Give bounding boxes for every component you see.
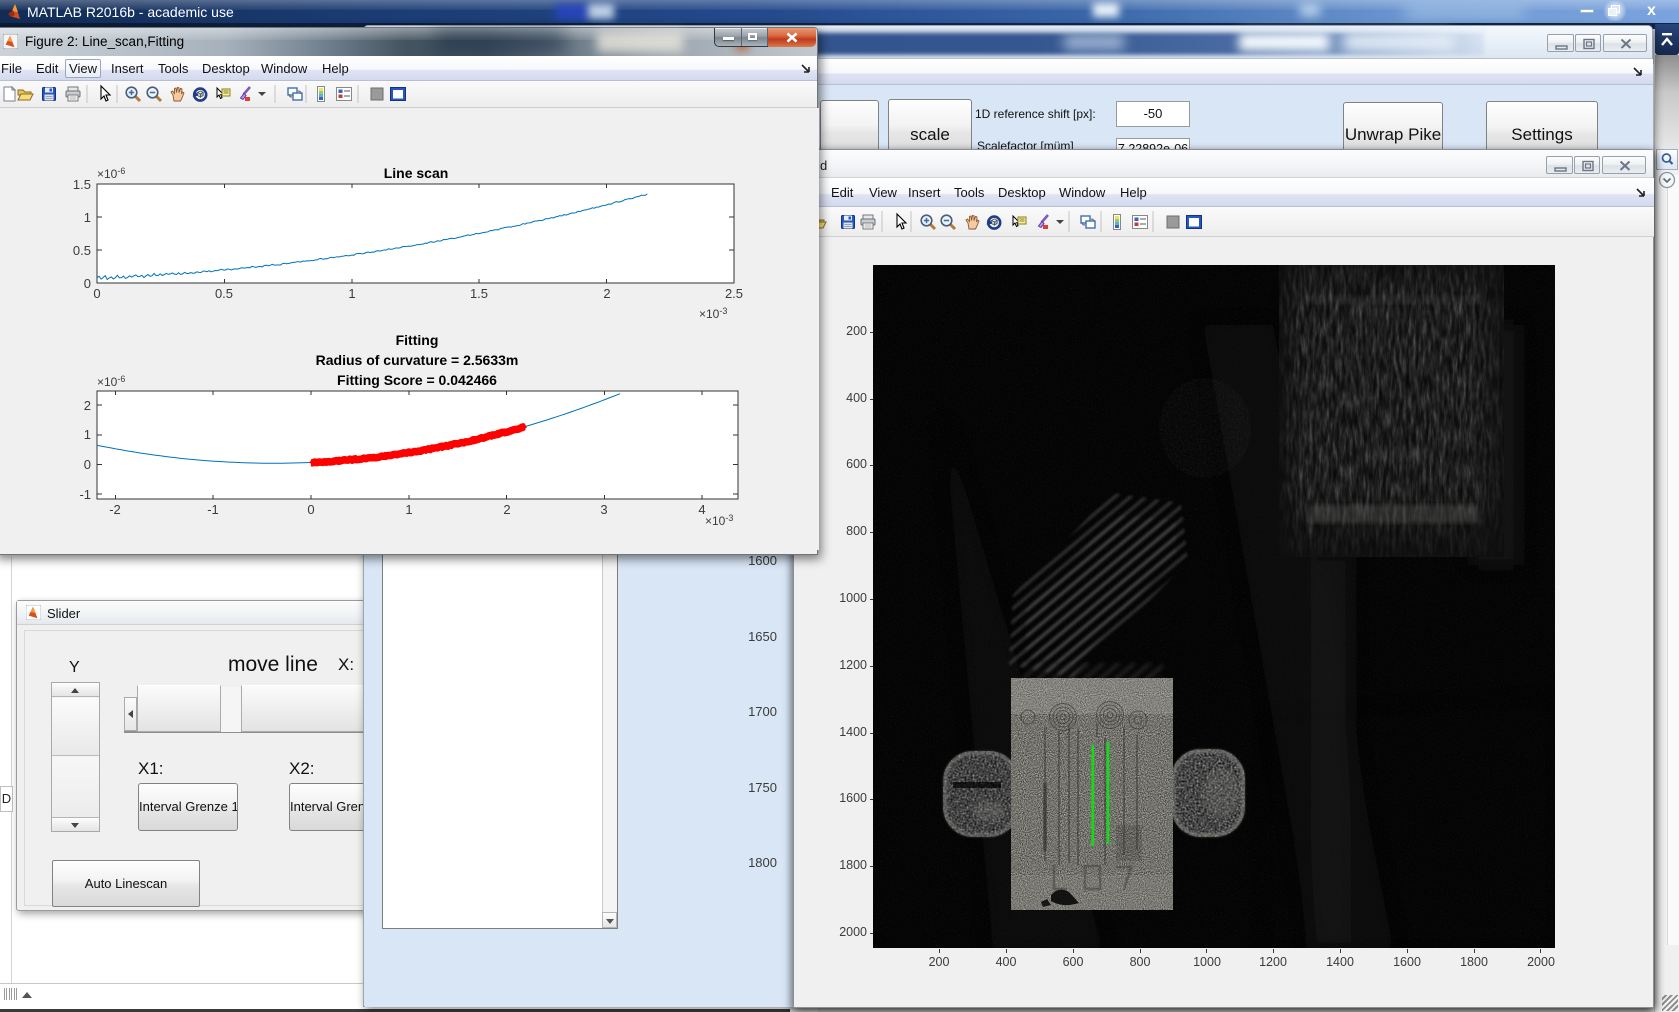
svg-text:2.5: 2.5: [725, 286, 743, 301]
svg-text:3: 3: [600, 502, 607, 517]
svg-text:0.5: 0.5: [73, 243, 91, 258]
svg-text:Fitting: Fitting: [396, 332, 439, 348]
svg-text:0: 0: [307, 502, 314, 517]
svg-text:1: 1: [348, 286, 355, 301]
svg-text:4: 4: [698, 502, 705, 517]
svg-text:0: 0: [84, 457, 91, 472]
svg-text:1: 1: [405, 502, 412, 517]
svg-text:-2: -2: [109, 502, 121, 517]
svg-text:Line scan: Line scan: [384, 165, 449, 181]
svg-text:Fitting Score = 0.042466: Fitting Score = 0.042466: [337, 372, 497, 388]
svg-text:-1: -1: [207, 502, 219, 517]
svg-text:0.5: 0.5: [215, 286, 233, 301]
svg-text:-1: -1: [79, 487, 91, 502]
svg-text:1: 1: [84, 427, 91, 442]
svg-text:0: 0: [93, 286, 100, 301]
svg-text:1: 1: [84, 210, 91, 225]
svg-text:Radius of curvature = 2.5633m: Radius of curvature = 2.5633m: [316, 352, 519, 368]
svg-text:2: 2: [503, 502, 510, 517]
svg-text:2: 2: [84, 398, 91, 413]
svg-text:1.5: 1.5: [470, 286, 488, 301]
svg-text:2: 2: [603, 286, 610, 301]
svg-text:0: 0: [84, 276, 91, 291]
svg-text:1.5: 1.5: [73, 177, 91, 192]
